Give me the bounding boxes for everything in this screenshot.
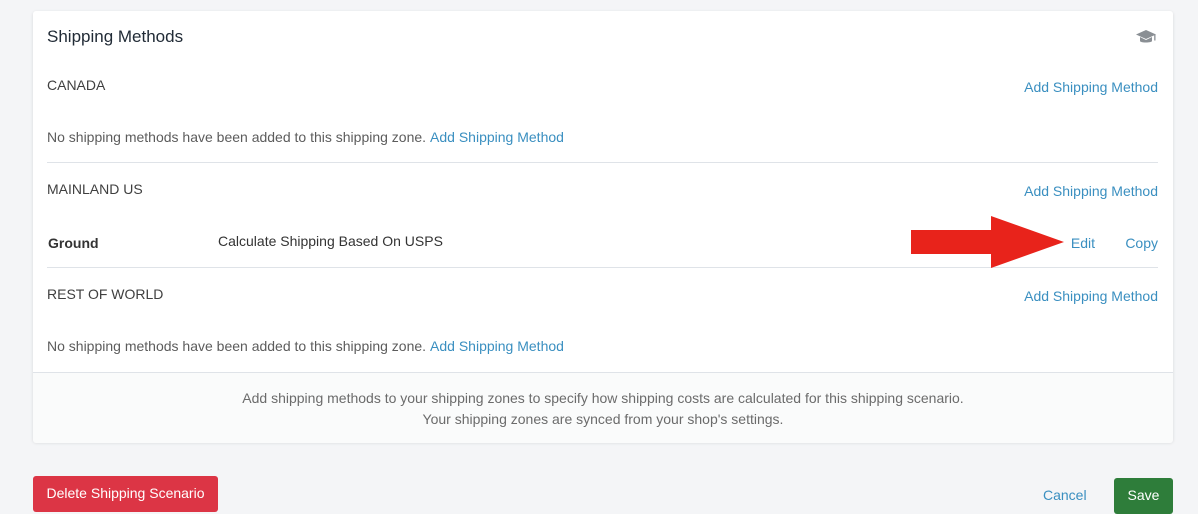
empty-state: No shipping methods have been added to t… [47, 338, 564, 354]
method-description: Calculate Shipping Based On USPS [218, 233, 443, 249]
method-name: Ground [48, 235, 99, 251]
add-shipping-method-link[interactable]: Add Shipping Method [1024, 183, 1158, 199]
empty-message: No shipping methods have been added to t… [47, 129, 427, 145]
shipping-methods-card: Shipping Methods CANADA Add Shipping Met… [33, 11, 1173, 443]
footer-sync-note: Your shipping zones are synced from your… [422, 411, 784, 427]
cancel-button[interactable]: Cancel [1043, 487, 1087, 503]
add-shipping-method-link[interactable]: Add Shipping Method [1024, 288, 1158, 304]
add-shipping-method-inline-link[interactable]: Add Shipping Method [430, 338, 564, 354]
copy-method-link[interactable]: Copy [1125, 235, 1158, 251]
zone-canada: CANADA Add Shipping Method No shipping m… [47, 61, 1158, 163]
card-footer: Add shipping methods to your shipping zo… [33, 372, 1173, 443]
edit-method-link[interactable]: Edit [1071, 235, 1095, 251]
empty-state: No shipping methods have been added to t… [47, 129, 564, 145]
zone-rest-of-world: REST OF WORLD Add Shipping Method No shi… [47, 268, 1158, 372]
zone-name: REST OF WORLD [47, 286, 164, 302]
save-button[interactable]: Save [1114, 478, 1173, 514]
zone-name: CANADA [47, 77, 106, 93]
zone-name: MAINLAND US [47, 181, 143, 197]
add-shipping-method-link[interactable]: Add Shipping Method [1024, 79, 1158, 95]
footer-help-text: Add shipping methods to your shipping zo… [242, 390, 964, 406]
red-arrow-pointer-icon [911, 216, 1064, 268]
graduation-cap-icon[interactable] [1135, 29, 1157, 45]
add-shipping-method-inline-link[interactable]: Add Shipping Method [430, 129, 564, 145]
card-title: Shipping Methods [47, 27, 184, 46]
empty-message: No shipping methods have been added to t… [47, 338, 427, 354]
